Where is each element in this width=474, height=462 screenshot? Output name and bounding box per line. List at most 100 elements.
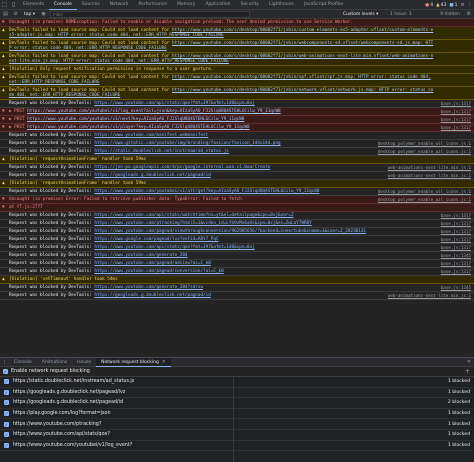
console-message-info[interactable]: Request was blocked by DevTools: https:/… <box>0 148 474 156</box>
source-location-link[interactable]: web-animations-next-lite.min.js:1 <box>388 173 471 178</box>
enable-blocking-checkbox[interactable]: ✓ <box>3 369 8 374</box>
tab-security[interactable]: Security <box>235 0 263 10</box>
tab-sources[interactable]: Sources <box>77 0 105 10</box>
console-message-info[interactable]: Request was blocked by DevTools: https:/… <box>0 236 474 244</box>
settings-gear-icon[interactable]: ⚙ <box>460 3 464 8</box>
pattern-enabled-checkbox[interactable]: ✓ <box>4 411 9 417</box>
console-message-info[interactable]: Request was blocked by DevTools: https:/… <box>0 284 474 292</box>
message-url-link[interactable]: https://www.youtube.com/api/stats/watcht… <box>94 213 293 218</box>
console-message-error[interactable]: ✖ Uncaught (in promise) Error: Failed to … <box>0 196 474 204</box>
drawer-tab-network-request-blocking[interactable]: Network request blocking ✕ <box>96 357 171 367</box>
source-location-link[interactable]: web-animations-next-lite.min.js:1 <box>388 293 471 298</box>
console-message-error[interactable]: ✖ ▶ POST https://www.youtube.com/youtubei… <box>0 108 474 116</box>
message-url-link[interactable]: https://www.youtube.com/generate_204 <box>94 253 187 258</box>
warning-badge[interactable]: ▲ 43 <box>436 3 446 8</box>
message-url-link[interactable]: https://www.youtube.com/youtubei/v1/att/… <box>94 189 319 194</box>
console-message-info[interactable]: Request was blocked by DevTools: https:/… <box>0 292 474 300</box>
show-sidebar-icon[interactable]: ▤ <box>2 11 9 17</box>
message-url-link[interactable]: https://www.youtube.com/manifest.webmani… <box>94 133 208 138</box>
tab-elements[interactable]: Elements <box>18 0 49 10</box>
close-drawer-icon[interactable]: ✕ <box>467 358 471 367</box>
console-message-warning[interactable]: ▲ DevTools failed to load source map: Cou… <box>0 87 474 100</box>
console-message-error[interactable]: ✖ ▶ POST https://www.youtube.com/youtubei… <box>0 124 474 132</box>
console-message-info[interactable]: Request was blocked by DevTools: https:/… <box>0 164 474 172</box>
tab-network[interactable]: Network <box>105 0 134 10</box>
console-message-info[interactable]: Request was blocked by DevTools: https:/… <box>0 220 474 228</box>
tab-application[interactable]: Application <box>200 0 235 10</box>
close-tab-icon[interactable]: ✕ <box>162 360 166 365</box>
source-location-link[interactable]: base.js:1245 <box>441 285 471 290</box>
message-url-link[interactable]: https://www.youtube.com/youtubei/v1/next… <box>27 117 244 122</box>
clear-console-icon[interactable]: ⊘ <box>12 11 19 17</box>
source-location-link[interactable]: base.js:1317 <box>441 269 471 274</box>
source-location-link[interactable]: base.js:1317 <box>441 245 471 250</box>
message-url-link[interactable]: https://www.youtube.com/api/stats/qoe?fm… <box>94 101 254 106</box>
blocked-pattern-row[interactable]: ✓ https://www.youtube.com/ptracking? 1 blo… <box>0 419 474 430</box>
console-message-info[interactable]: Request was blocked by DevTools: https:/… <box>0 268 474 276</box>
console-message-info[interactable]: Request was blocked by DevTools: https:/… <box>0 188 474 196</box>
pattern-enabled-checkbox[interactable]: ✓ <box>4 400 9 406</box>
source-location-link[interactable]: base.js:1317 <box>441 125 471 130</box>
tab-console[interactable]: Console <box>48 0 77 10</box>
context-selector[interactable]: top ▾ <box>22 12 37 17</box>
source-location-link[interactable]: base.js:1317 <box>441 213 471 218</box>
log-levels-dropdown[interactable]: Custom levels ▾ <box>343 10 378 19</box>
blocked-pattern-row[interactable]: ✓ https://static.doubleclick.net/instream… <box>0 377 474 388</box>
drawer-tab-issues[interactable]: Issues <box>72 358 96 367</box>
message-url-link[interactable]: https://static.doubleclick.net/instream/… <box>94 149 229 154</box>
issues-counter[interactable]: 1 Issue: 1 <box>390 10 412 19</box>
pattern-enabled-checkbox[interactable]: ✓ <box>4 379 9 385</box>
source-location-link[interactable]: base.js:1317 <box>441 261 471 266</box>
console-message-warning[interactable]: ▲ [Violation] 'setTimeout' handler took 5… <box>0 276 474 284</box>
message-url-link[interactable]: https://www.youtube.com/ptracking?html5=… <box>94 221 311 226</box>
message-url-link[interactable]: https://www.youtube.com/youtubei/v1/play… <box>27 125 249 130</box>
source-location-link[interactable]: desktop_polymer_enable_wil_icons.js:1 <box>378 141 471 146</box>
message-url-link[interactable]: https://www.youtube.com/pagead/viewthrou… <box>94 229 366 234</box>
source-location-link[interactable]: base.js:1317 <box>441 237 471 242</box>
console-message-warning[interactable]: ▲ [Violation] 'requestAnimationFrame' han… <box>0 180 474 188</box>
console-message-info[interactable]: Request was blocked by DevTools: https:/… <box>0 228 474 236</box>
message-url-link[interactable]: https://www.youtube.com/generate_204?sdr… <box>94 285 203 290</box>
source-location-link[interactable]: web-animations-next-lite.min.js:1 <box>388 165 471 170</box>
source-location-link[interactable]: desktop_polymer_enable_wil_icons.js:1 <box>378 189 471 194</box>
source-location-link[interactable]: desktop_polymer_enable_wil_icons.js:1 <box>378 197 471 202</box>
source-location-link[interactable]: base.js:1345 <box>441 253 471 258</box>
device-toolbar-icon[interactable]: ▯ <box>9 0 18 9</box>
console-message-error[interactable]: ✖ Uncaught (in promise) DOMException: Fai… <box>0 19 474 27</box>
console-message-warning[interactable]: ▲ DevTools failed to load source map: Cou… <box>0 40 474 53</box>
source-location-link[interactable]: base.js:1317 <box>441 109 471 114</box>
pattern-enabled-checkbox[interactable]: ✓ <box>4 442 9 448</box>
tab-lighthouse[interactable]: Lighthouse <box>264 0 299 10</box>
pattern-enabled-checkbox[interactable]: ✓ <box>4 389 9 395</box>
blocked-pattern-row[interactable]: ✓ https://www.youtube.com/youtubei/v1/log… <box>0 441 474 452</box>
message-url-link[interactable]: https://googleads.g.doubleclick.net/page… <box>94 293 210 298</box>
console-message-warning[interactable]: ▲ DevTools failed to load source map: Cou… <box>0 74 474 87</box>
console-message-info[interactable]: Request was blocked by DevTools: https:/… <box>0 260 474 268</box>
message-url-link[interactable]: https://www.google.com/pagead/lvz?evtid=… <box>94 237 218 242</box>
console-message-info[interactable]: Request was blocked by DevTools: https:/… <box>0 252 474 260</box>
drawer-menu-icon[interactable]: ⋮ <box>0 358 9 367</box>
blocked-pattern-row[interactable]: ✓ https://www.youtube.com/api/stats/qoe? 1… <box>0 430 474 441</box>
error-badge[interactable]: ● 4 <box>425 3 433 8</box>
source-location-link[interactable]: base.js:1317 <box>441 101 471 106</box>
blocked-pattern-row[interactable]: ✓ https://play.google.com/log?format=json… <box>0 409 474 420</box>
inspect-element-icon[interactable]: ⬚ <box>0 0 9 9</box>
tab-performance[interactable]: Performance <box>133 0 172 10</box>
drawer-tab-console[interactable]: Console <box>9 358 37 367</box>
console-message-warning[interactable]: ▲ DevTools failed to load source map: Cou… <box>0 53 474 66</box>
tab-javascript-profiler[interactable]: JavaScript Profiler <box>299 0 349 10</box>
tab-memory[interactable]: Memory <box>172 0 200 10</box>
console-message-info[interactable]: Request was blocked by DevTools: https:/… <box>0 244 474 252</box>
blocked-pattern-row[interactable]: ✓ https://googleads.g.doubleclick.net/pag… <box>0 398 474 409</box>
message-url-link[interactable]: https://googleads.g.doubleclick.net/page… <box>94 173 210 178</box>
message-url-link[interactable]: https://jnn-pa.googleapis.com/$rpc/googl… <box>94 165 270 170</box>
source-location-link[interactable]: desktop_polymer_enable_wil_icons.js:1 <box>378 149 471 154</box>
source-location-link[interactable]: base.js:1317 <box>441 229 471 234</box>
message-url-link[interactable]: https://www.youtube.com/pagead/conversio… <box>94 269 223 274</box>
console-message-info[interactable]: Request was blocked by DevTools: https:/… <box>0 212 474 220</box>
add-pattern-icon[interactable]: + <box>465 367 470 377</box>
console-message-info[interactable]: Request was blocked by DevTools: https:/… <box>0 172 474 180</box>
message-url-link[interactable]: https://www.youtube.com/pagead/adview?ai… <box>94 261 210 266</box>
pattern-enabled-checkbox[interactable]: ✓ <box>4 421 9 427</box>
console-messages[interactable]: ✖ Uncaught (in promise) DOMException: Fai… <box>0 19 474 357</box>
